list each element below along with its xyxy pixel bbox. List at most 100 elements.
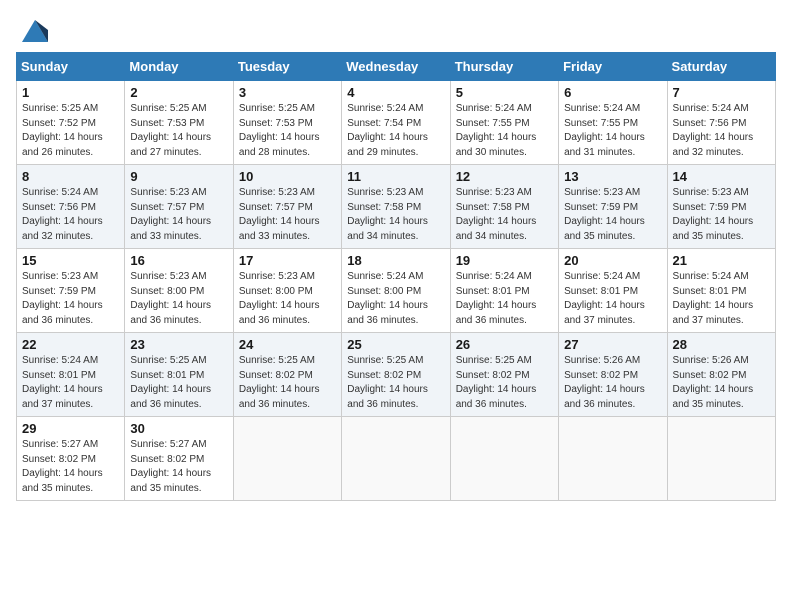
sunset-label: Sunset: 8:00 PM xyxy=(347,286,421,297)
day-detail: Sunrise: 5:26 AM Sunset: 8:02 PM Dayligh… xyxy=(673,354,770,412)
day-detail: Sunrise: 5:23 AM Sunset: 7:59 PM Dayligh… xyxy=(22,270,119,328)
daylight-label: Daylight: 14 hours and 35 minutes. xyxy=(673,384,754,410)
day-number: 27 xyxy=(564,337,661,352)
col-header-sunday: Sunday xyxy=(17,53,125,81)
sunrise-label: Sunrise: 5:24 AM xyxy=(564,103,640,114)
sunset-label: Sunset: 7:53 PM xyxy=(239,118,313,129)
day-cell: 22 Sunrise: 5:24 AM Sunset: 8:01 PM Dayl… xyxy=(17,333,125,417)
day-number: 1 xyxy=(22,85,119,100)
day-cell: 5 Sunrise: 5:24 AM Sunset: 7:55 PM Dayli… xyxy=(450,81,558,165)
sunset-label: Sunset: 8:02 PM xyxy=(22,454,96,465)
day-detail: Sunrise: 5:24 AM Sunset: 8:00 PM Dayligh… xyxy=(347,270,444,328)
day-number: 30 xyxy=(130,421,227,436)
day-number: 2 xyxy=(130,85,227,100)
day-cell: 8 Sunrise: 5:24 AM Sunset: 7:56 PM Dayli… xyxy=(17,165,125,249)
sunrise-label: Sunrise: 5:23 AM xyxy=(347,187,423,198)
sunrise-label: Sunrise: 5:23 AM xyxy=(456,187,532,198)
day-number: 24 xyxy=(239,337,336,352)
day-cell: 29 Sunrise: 5:27 AM Sunset: 8:02 PM Dayl… xyxy=(17,417,125,501)
col-header-thursday: Thursday xyxy=(450,53,558,81)
day-number: 7 xyxy=(673,85,770,100)
daylight-label: Daylight: 14 hours and 35 minutes. xyxy=(564,216,645,242)
daylight-label: Daylight: 14 hours and 30 minutes. xyxy=(456,132,537,158)
sunrise-label: Sunrise: 5:23 AM xyxy=(22,271,98,282)
col-header-tuesday: Tuesday xyxy=(233,53,341,81)
day-detail: Sunrise: 5:24 AM Sunset: 7:55 PM Dayligh… xyxy=(456,102,553,160)
day-cell: 10 Sunrise: 5:23 AM Sunset: 7:57 PM Dayl… xyxy=(233,165,341,249)
day-detail: Sunrise: 5:26 AM Sunset: 8:02 PM Dayligh… xyxy=(564,354,661,412)
day-number: 16 xyxy=(130,253,227,268)
sunrise-label: Sunrise: 5:23 AM xyxy=(239,271,315,282)
day-number: 10 xyxy=(239,169,336,184)
day-cell: 12 Sunrise: 5:23 AM Sunset: 7:58 PM Dayl… xyxy=(450,165,558,249)
day-cell: 21 Sunrise: 5:24 AM Sunset: 8:01 PM Dayl… xyxy=(667,249,775,333)
day-cell: 17 Sunrise: 5:23 AM Sunset: 8:00 PM Dayl… xyxy=(233,249,341,333)
day-detail: Sunrise: 5:23 AM Sunset: 8:00 PM Dayligh… xyxy=(130,270,227,328)
day-cell: 28 Sunrise: 5:26 AM Sunset: 8:02 PM Dayl… xyxy=(667,333,775,417)
day-detail: Sunrise: 5:23 AM Sunset: 7:59 PM Dayligh… xyxy=(564,186,661,244)
calendar-table: SundayMondayTuesdayWednesdayThursdayFrid… xyxy=(16,52,776,501)
day-number: 19 xyxy=(456,253,553,268)
sunrise-label: Sunrise: 5:24 AM xyxy=(22,187,98,198)
daylight-label: Daylight: 14 hours and 33 minutes. xyxy=(130,216,211,242)
day-number: 14 xyxy=(673,169,770,184)
day-cell: 23 Sunrise: 5:25 AM Sunset: 8:01 PM Dayl… xyxy=(125,333,233,417)
sunset-label: Sunset: 7:59 PM xyxy=(22,286,96,297)
daylight-label: Daylight: 14 hours and 31 minutes. xyxy=(564,132,645,158)
day-detail: Sunrise: 5:25 AM Sunset: 7:53 PM Dayligh… xyxy=(130,102,227,160)
day-number: 29 xyxy=(22,421,119,436)
day-number: 23 xyxy=(130,337,227,352)
daylight-label: Daylight: 14 hours and 36 minutes. xyxy=(347,300,428,326)
day-cell: 26 Sunrise: 5:25 AM Sunset: 8:02 PM Dayl… xyxy=(450,333,558,417)
daylight-label: Daylight: 14 hours and 37 minutes. xyxy=(673,300,754,326)
sunrise-label: Sunrise: 5:24 AM xyxy=(347,271,423,282)
day-cell: 14 Sunrise: 5:23 AM Sunset: 7:59 PM Dayl… xyxy=(667,165,775,249)
day-detail: Sunrise: 5:24 AM Sunset: 7:56 PM Dayligh… xyxy=(673,102,770,160)
day-cell: 13 Sunrise: 5:23 AM Sunset: 7:59 PM Dayl… xyxy=(559,165,667,249)
day-cell: 30 Sunrise: 5:27 AM Sunset: 8:02 PM Dayl… xyxy=(125,417,233,501)
day-detail: Sunrise: 5:25 AM Sunset: 7:52 PM Dayligh… xyxy=(22,102,119,160)
sunrise-label: Sunrise: 5:24 AM xyxy=(673,103,749,114)
day-cell: 24 Sunrise: 5:25 AM Sunset: 8:02 PM Dayl… xyxy=(233,333,341,417)
week-row-1: 1 Sunrise: 5:25 AM Sunset: 7:52 PM Dayli… xyxy=(17,81,776,165)
day-number: 11 xyxy=(347,169,444,184)
week-row-4: 22 Sunrise: 5:24 AM Sunset: 8:01 PM Dayl… xyxy=(17,333,776,417)
day-detail: Sunrise: 5:23 AM Sunset: 8:00 PM Dayligh… xyxy=(239,270,336,328)
day-number: 13 xyxy=(564,169,661,184)
day-cell: 1 Sunrise: 5:25 AM Sunset: 7:52 PM Dayli… xyxy=(17,81,125,165)
daylight-label: Daylight: 14 hours and 32 minutes. xyxy=(673,132,754,158)
day-detail: Sunrise: 5:23 AM Sunset: 7:57 PM Dayligh… xyxy=(130,186,227,244)
week-row-3: 15 Sunrise: 5:23 AM Sunset: 7:59 PM Dayl… xyxy=(17,249,776,333)
sunrise-label: Sunrise: 5:25 AM xyxy=(347,355,423,366)
day-number: 20 xyxy=(564,253,661,268)
sunset-label: Sunset: 8:01 PM xyxy=(564,286,638,297)
sunset-label: Sunset: 7:54 PM xyxy=(347,118,421,129)
sunset-label: Sunset: 7:57 PM xyxy=(130,202,204,213)
sunset-label: Sunset: 7:55 PM xyxy=(564,118,638,129)
daylight-label: Daylight: 14 hours and 33 minutes. xyxy=(239,216,320,242)
day-detail: Sunrise: 5:24 AM Sunset: 8:01 PM Dayligh… xyxy=(564,270,661,328)
sunrise-label: Sunrise: 5:26 AM xyxy=(673,355,749,366)
daylight-label: Daylight: 14 hours and 36 minutes. xyxy=(347,384,428,410)
day-detail: Sunrise: 5:25 AM Sunset: 8:02 PM Dayligh… xyxy=(347,354,444,412)
sunset-label: Sunset: 8:01 PM xyxy=(130,370,204,381)
day-detail: Sunrise: 5:27 AM Sunset: 8:02 PM Dayligh… xyxy=(22,438,119,496)
week-row-2: 8 Sunrise: 5:24 AM Sunset: 7:56 PM Dayli… xyxy=(17,165,776,249)
day-detail: Sunrise: 5:23 AM Sunset: 7:59 PM Dayligh… xyxy=(673,186,770,244)
sunrise-label: Sunrise: 5:24 AM xyxy=(564,271,640,282)
day-detail: Sunrise: 5:23 AM Sunset: 7:58 PM Dayligh… xyxy=(456,186,553,244)
day-cell xyxy=(450,417,558,501)
daylight-label: Daylight: 14 hours and 36 minutes. xyxy=(130,384,211,410)
sunset-label: Sunset: 8:02 PM xyxy=(239,370,313,381)
daylight-label: Daylight: 14 hours and 36 minutes. xyxy=(130,300,211,326)
sunrise-label: Sunrise: 5:23 AM xyxy=(673,187,749,198)
sunrise-label: Sunrise: 5:27 AM xyxy=(22,439,98,450)
daylight-label: Daylight: 14 hours and 36 minutes. xyxy=(564,384,645,410)
day-cell: 27 Sunrise: 5:26 AM Sunset: 8:02 PM Dayl… xyxy=(559,333,667,417)
col-header-wednesday: Wednesday xyxy=(342,53,450,81)
sunrise-label: Sunrise: 5:25 AM xyxy=(239,355,315,366)
day-cell: 19 Sunrise: 5:24 AM Sunset: 8:01 PM Dayl… xyxy=(450,249,558,333)
sunrise-label: Sunrise: 5:23 AM xyxy=(130,271,206,282)
sunrise-label: Sunrise: 5:24 AM xyxy=(347,103,423,114)
day-cell: 6 Sunrise: 5:24 AM Sunset: 7:55 PM Dayli… xyxy=(559,81,667,165)
